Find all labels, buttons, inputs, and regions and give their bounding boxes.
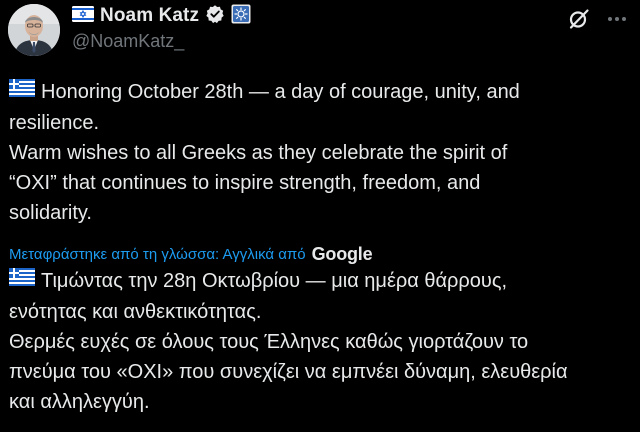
translation-label[interactable]: Μεταφράστηκε από τη γλώσσα: Αγγλικά από xyxy=(9,246,306,263)
google-logo: Google xyxy=(311,243,373,264)
text-line: πνεύμα του «OXI» που συνεχίζει να εμπνέε… xyxy=(9,360,568,383)
tweet-text-original: Honoring October 28th — a day of courage… xyxy=(9,77,629,228)
avatar[interactable] xyxy=(8,4,60,56)
text-line: Θερμές ευχές σε όλους τους Έλληνες καθώς… xyxy=(9,330,529,353)
author-name-row: Noam Katz xyxy=(72,3,251,29)
text-line: resilience. xyxy=(9,111,100,134)
israel-flag-icon xyxy=(72,5,94,27)
text-line-content: Honoring October 28th — a day of courage… xyxy=(41,81,520,103)
greece-flag-icon xyxy=(9,265,35,295)
tweet: Noam Katz @NoamKatz_ Honoring October 28… xyxy=(0,0,640,432)
text-line: Honoring October 28th — a day of courage… xyxy=(9,77,629,108)
author-name[interactable]: Noam Katz xyxy=(100,5,199,27)
affiliation-badge-icon[interactable] xyxy=(231,4,251,29)
text-line: “OXI” that continues to inspire strength… xyxy=(9,171,481,194)
text-line-content: Τιμώντας την 28η Οκτωβρίου — μια ημέρα θ… xyxy=(41,270,508,292)
verified-badge-icon[interactable] xyxy=(205,4,225,29)
text-line: Τιμώντας την 28η Οκτωβρίου — μια ημέρα θ… xyxy=(9,266,629,297)
text-line: ενότητας και ανθεκτικότητας. xyxy=(9,300,262,323)
tweet-text-translated: Τιμώντας την 28η Οκτωβρίου — μια ημέρα θ… xyxy=(9,266,629,417)
grok-icon[interactable] xyxy=(564,4,594,34)
author-handle[interactable]: @NoamKatz_ xyxy=(72,31,184,52)
text-line: solidarity. xyxy=(9,201,92,224)
text-line: και αλληλεγγύη. xyxy=(9,390,150,413)
translation-attribution[interactable]: Μεταφράστηκε από τη γλώσσα: Αγγλικά από … xyxy=(9,242,373,266)
more-dots-icon[interactable] xyxy=(602,4,632,34)
greece-flag-icon xyxy=(9,76,35,106)
text-line: Warm wishes to all Greeks as they celebr… xyxy=(9,141,508,164)
